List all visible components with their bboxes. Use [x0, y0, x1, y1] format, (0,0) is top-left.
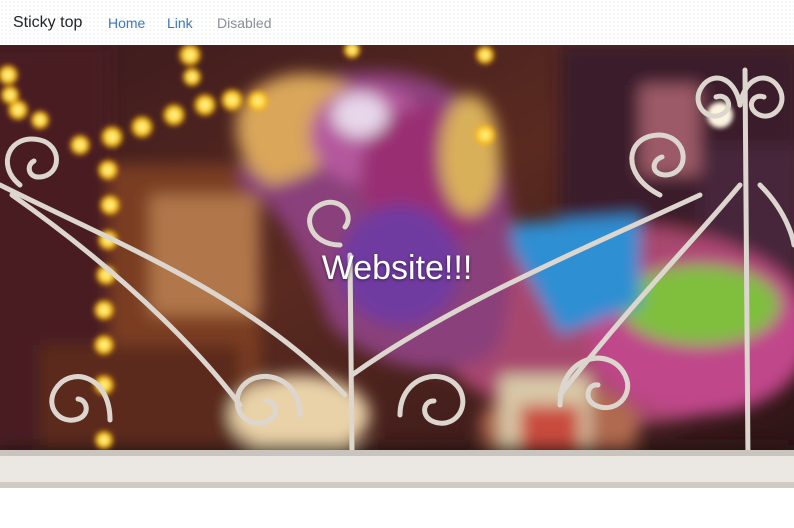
hero-banner: Website!!! [0, 45, 794, 488]
nav-link-disabled: Disabled [217, 15, 272, 31]
page-background [0, 488, 794, 528]
navbar-brand[interactable]: Sticky top [13, 13, 82, 33]
nav-link-link[interactable]: Link [167, 15, 193, 31]
nav-link-home[interactable]: Home [108, 15, 145, 31]
navbar: Sticky top Home Link Disabled [0, 0, 794, 45]
hero-headline: Website!!! [321, 249, 473, 287]
